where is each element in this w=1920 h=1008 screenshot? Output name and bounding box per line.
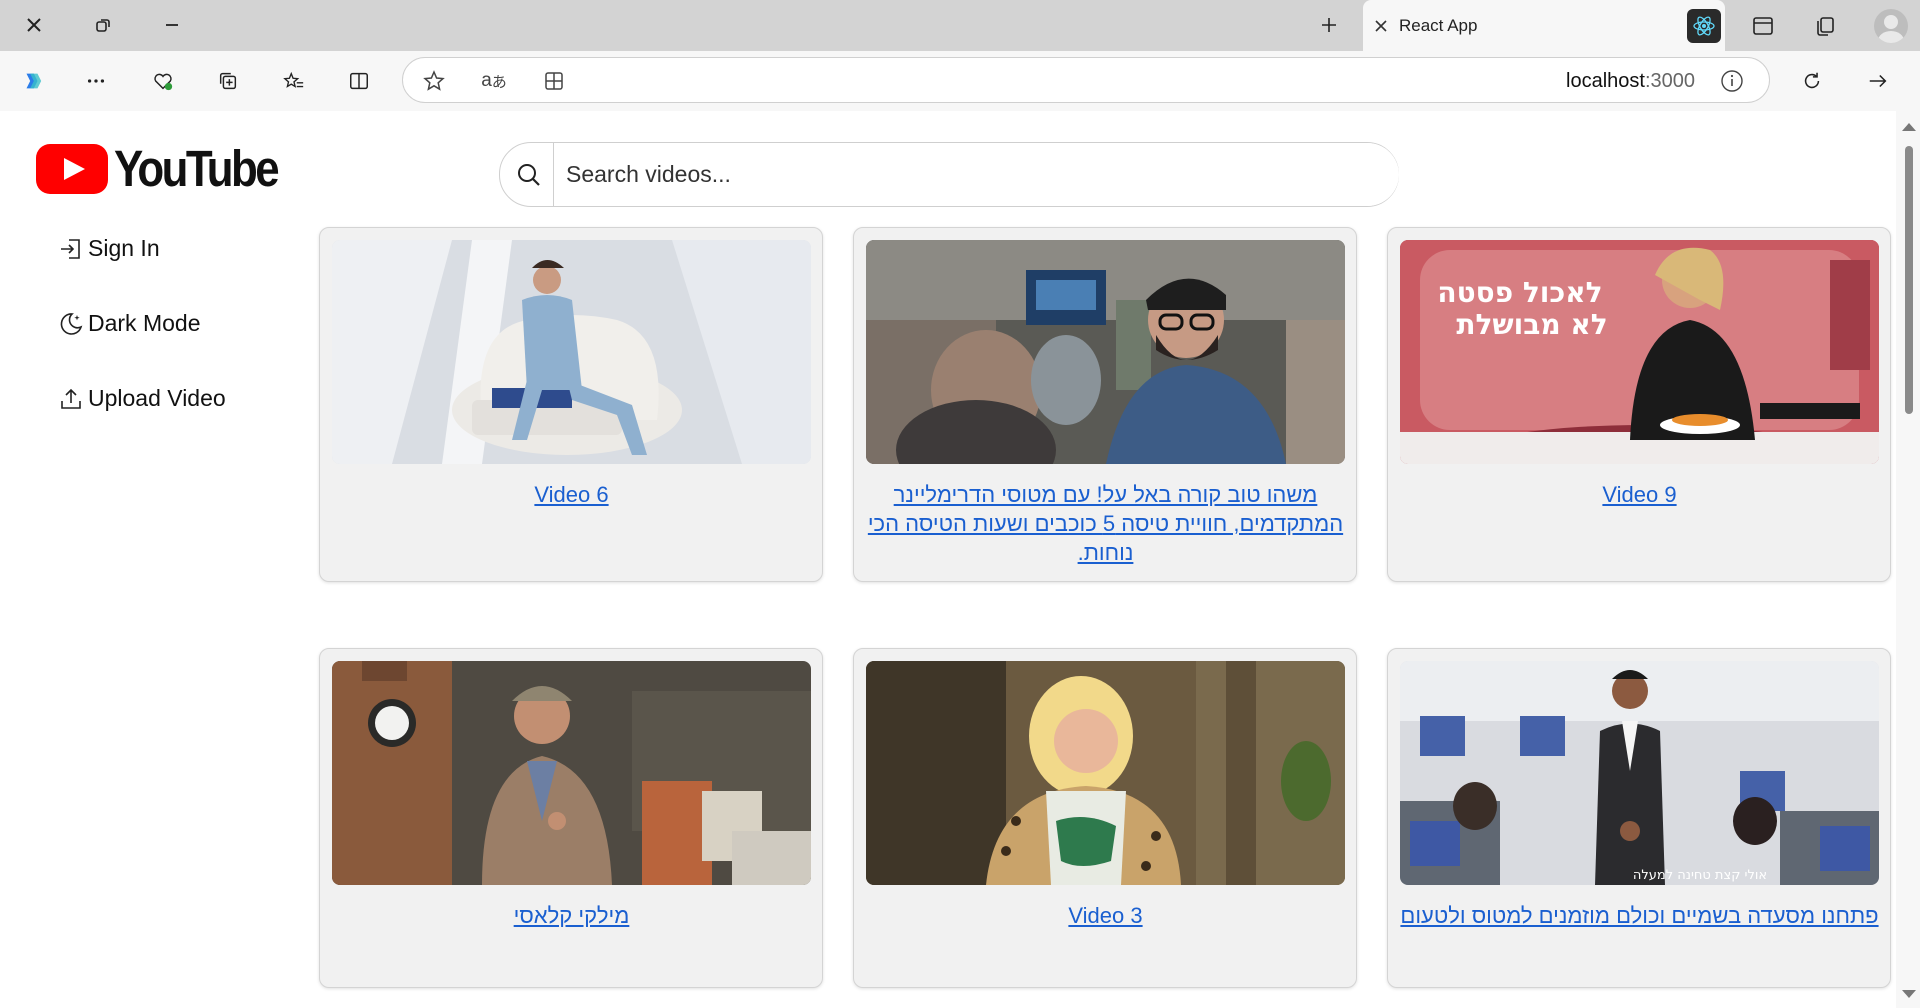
video-card[interactable]: משהו טוב קורה באל על! עם מטוסי הדרימליינ…	[853, 227, 1357, 582]
read-aloud-translate-icon[interactable]: aあ	[481, 68, 507, 94]
video-title-link[interactable]: Video 3	[866, 901, 1345, 930]
url-text[interactable]: localhost:3000	[1566, 70, 1695, 93]
youtube-logo[interactable]: YouTube	[36, 139, 304, 198]
video-title-link[interactable]: פתחנו מסעדה בשמיים וכולם מוזמנים למטוס ו…	[1400, 901, 1879, 930]
active-tab[interactable]: React App	[1363, 0, 1725, 51]
browser-tabstrip: React App	[0, 0, 1920, 51]
add-favorite-star-icon[interactable]	[421, 68, 447, 94]
minimize-window-icon[interactable]	[155, 8, 189, 42]
thumbnail-overlay-text: לאכול פסטה	[1437, 276, 1602, 309]
video-thumbnail[interactable]: אולי קצת טחינה למעלה	[1400, 661, 1879, 885]
logo-text: YouTube	[114, 140, 280, 197]
video-card[interactable]: Video 3	[853, 648, 1357, 988]
sidebar-item-label: Upload Video	[88, 385, 226, 411]
url-port: :3000	[1644, 70, 1695, 92]
video-title-link[interactable]: מילקי קלאסי	[332, 901, 811, 930]
sidebar-item-sign-in[interactable]: Sign In	[58, 235, 160, 262]
favorites-icon[interactable]	[276, 63, 312, 99]
sign-in-icon	[61, 238, 80, 259]
address-bar[interactable]: aあ localhost:3000	[402, 57, 1770, 103]
sidebar-item-upload-video[interactable]: Upload Video	[58, 385, 226, 412]
video-title-link[interactable]: משהו טוב קורה באל על! עם מטוסי הדרימליינ…	[866, 480, 1345, 567]
scrollbar-thumb[interactable]	[1905, 146, 1913, 414]
page-content: YouTube Sign In Dark Mode Upload Video	[0, 111, 1920, 1008]
tab-close-icon[interactable]	[1363, 0, 1399, 51]
restore-window-icon[interactable]	[86, 8, 120, 42]
thumbnail-caption: אולי קצת טחינה למעלה	[1633, 868, 1767, 883]
upload-icon	[61, 388, 81, 409]
video-title-link[interactable]: Video 9	[1400, 480, 1879, 509]
video-thumbnail[interactable]: לאכול פסטה לא מבושלת	[1400, 240, 1879, 464]
video-thumbnail[interactable]	[866, 240, 1345, 464]
moon-icon	[60, 312, 83, 335]
go-forward-arrow-icon[interactable]	[1860, 63, 1896, 99]
video-card[interactable]: Video 6	[319, 227, 823, 582]
search-icon[interactable]	[514, 160, 544, 190]
video-card[interactable]: מילקי קלאסי	[319, 648, 823, 988]
search-input[interactable]	[553, 143, 1399, 206]
copilot-icon[interactable]	[14, 63, 50, 99]
url-host: localhost	[1566, 70, 1645, 92]
video-card[interactable]: אולי קצת טחינה למעלה פתחנו מסעדה בשמיים …	[1387, 648, 1891, 988]
collections-icon[interactable]	[1808, 9, 1842, 43]
new-tab-icon[interactable]	[1312, 8, 1346, 42]
tab-actions-icon[interactable]	[210, 63, 246, 99]
browser-toolbar: aあ localhost:3000	[0, 51, 1920, 111]
video-thumbnail[interactable]	[866, 661, 1345, 885]
close-window-icon[interactable]	[17, 8, 51, 42]
sidebar-toggle-icon[interactable]	[1746, 9, 1780, 43]
scroll-up-arrow-icon[interactable]	[1902, 123, 1916, 131]
video-thumbnail[interactable]	[332, 240, 811, 464]
split-screen-icon[interactable]	[341, 63, 377, 99]
app-available-icon[interactable]	[541, 68, 567, 94]
page-scrollbar[interactable]	[1896, 111, 1920, 1008]
video-thumbnail[interactable]	[332, 661, 811, 885]
video-card[interactable]: לאכול פסטה לא מבושלת Video 9	[1387, 227, 1891, 582]
sidebar-item-label: Dark Mode	[88, 310, 201, 336]
search-box	[499, 142, 1399, 207]
browser-essentials-icon[interactable]	[145, 63, 181, 99]
refresh-icon[interactable]	[1794, 63, 1830, 99]
site-info-icon[interactable]	[1719, 68, 1745, 94]
sidebar-item-dark-mode[interactable]: Dark Mode	[58, 310, 200, 337]
tab-title: React App	[1399, 15, 1478, 35]
sidebar-item-label: Sign In	[88, 235, 160, 261]
thumbnail-overlay-text: לא מבושלת	[1456, 308, 1607, 341]
profile-avatar[interactable]	[1874, 9, 1908, 43]
video-title-link[interactable]: Video 6	[332, 480, 811, 509]
youtube-play-logo-icon	[36, 143, 108, 194]
scroll-down-arrow-icon[interactable]	[1902, 990, 1916, 998]
more-options-icon[interactable]	[78, 63, 114, 99]
react-favicon-icon	[1687, 9, 1721, 43]
